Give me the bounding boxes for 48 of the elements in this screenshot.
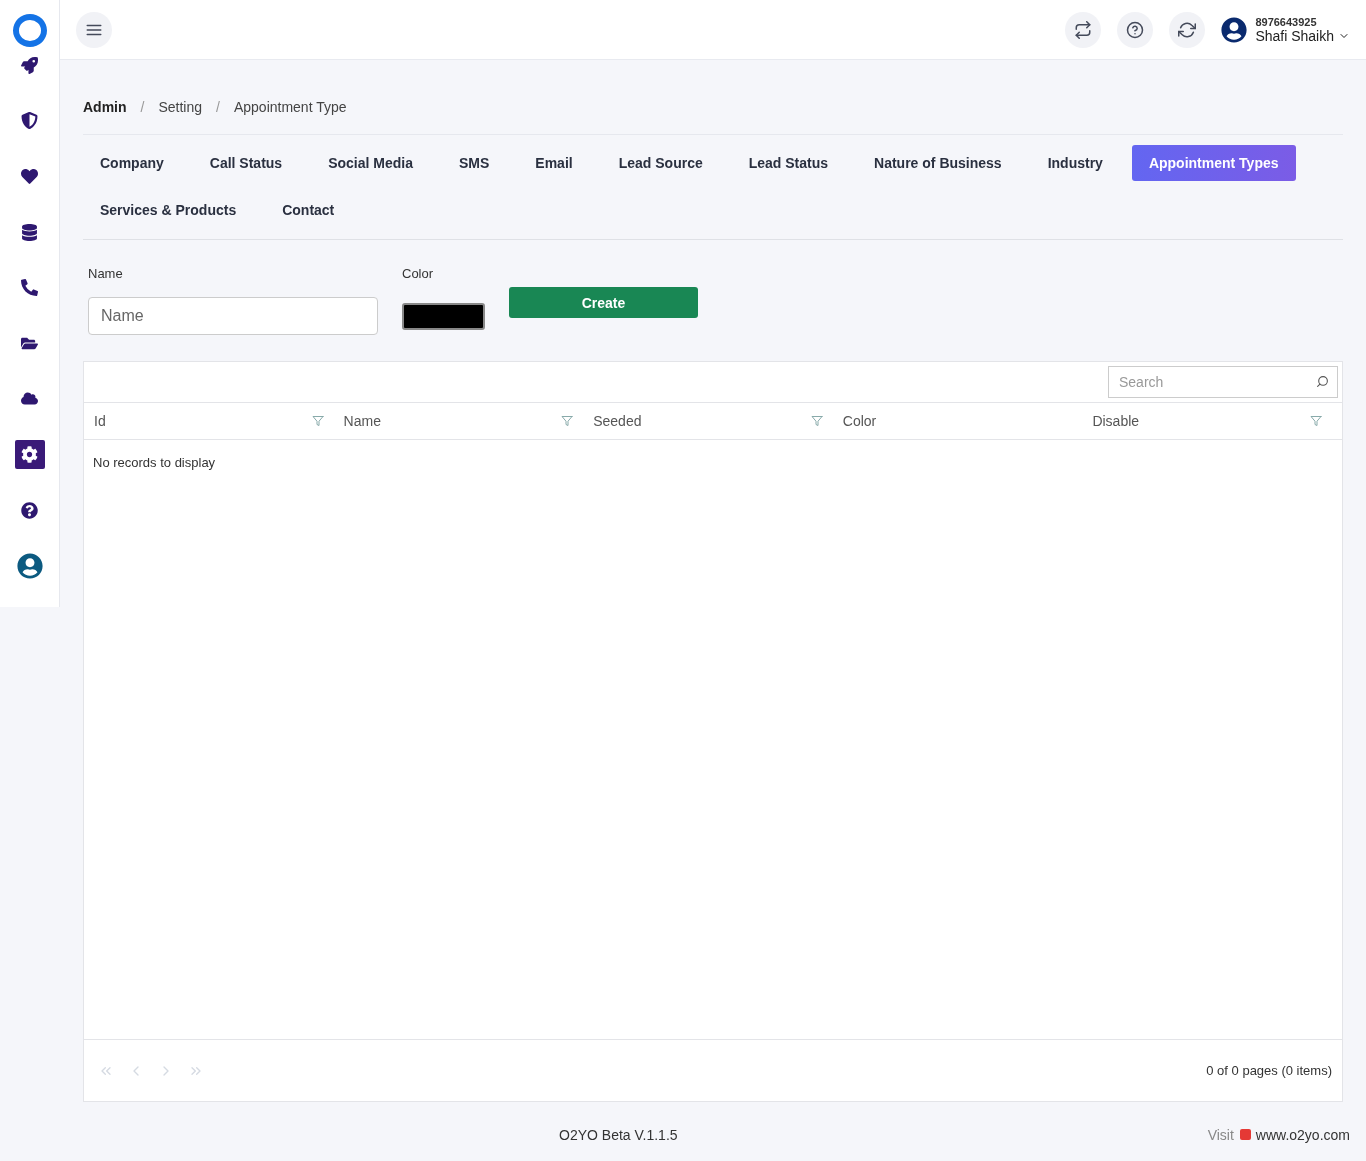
breadcrumb-separator: / — [140, 99, 145, 115]
help-icon — [1126, 20, 1145, 39]
column-header[interactable]: Id — [94, 413, 106, 429]
column-header[interactable]: Seeded — [593, 413, 642, 429]
breadcrumb-separator: / — [216, 99, 220, 115]
swap-button[interactable] — [1065, 11, 1102, 48]
empty-message: No records to display — [93, 455, 216, 470]
settings-tab[interactable]: Contact — [265, 192, 352, 228]
website-link[interactable]: www.o2yo.com — [1255, 1126, 1350, 1143]
create-button[interactable]: Create — [509, 287, 698, 318]
search-icon — [1316, 375, 1329, 388]
user-icon[interactable] — [14, 551, 45, 581]
column-header[interactable]: Disable — [1092, 413, 1140, 429]
settings-tab[interactable]: Lead Source — [601, 145, 720, 181]
user-phone: 8976643925 — [1255, 15, 1318, 28]
breadcrumb-current: Appointment Type — [233, 99, 347, 115]
settings-tab[interactable]: Industry — [1030, 145, 1120, 181]
settings-tab[interactable]: Lead Status — [731, 145, 846, 181]
swap-arrows-icon — [1074, 20, 1093, 39]
color-label: Color — [402, 266, 435, 281]
pager-info: 0 of 0 pages (0 items) — [1206, 1063, 1332, 1078]
user-menu[interactable]: Shafi Shaikh — [1255, 27, 1350, 44]
settings-tab[interactable]: Appointment Types — [1131, 145, 1296, 181]
logo-icon — [1239, 1129, 1251, 1140]
color-picker[interactable] — [402, 303, 485, 330]
refresh-icon — [1178, 20, 1197, 39]
name-label: Name — [88, 266, 124, 281]
search-field[interactable]: Search — [1108, 366, 1338, 398]
settings-tab[interactable]: Nature of Business — [857, 145, 1019, 181]
breadcrumb-link[interactable]: Admin — [83, 99, 127, 115]
settings-tab[interactable]: Company — [83, 145, 181, 181]
name-input[interactable]: Name — [88, 297, 378, 335]
settings-tab[interactable]: SMS — [441, 145, 507, 181]
column-header[interactable]: Color — [842, 413, 877, 429]
logo-ring-icon — [12, 14, 47, 47]
help-button[interactable] — [1117, 11, 1154, 48]
settings-tab[interactable]: Social Media — [311, 145, 430, 181]
settings-icon[interactable] — [14, 440, 45, 469]
breadcrumb-link[interactable]: Setting — [158, 99, 203, 115]
refresh-button[interactable] — [1169, 11, 1206, 48]
version-text: O2YO Beta V.1.1.5 — [559, 1126, 678, 1143]
menu-button[interactable] — [76, 11, 112, 48]
settings-tab[interactable]: Call Status — [192, 145, 300, 181]
column-header[interactable]: Name — [343, 413, 381, 429]
settings-tab[interactable]: Email — [518, 145, 590, 181]
visit-label: Visit — [1207, 1126, 1234, 1143]
avatar-icon — [1221, 16, 1248, 43]
settings-tab[interactable]: Services & Products — [83, 192, 254, 228]
